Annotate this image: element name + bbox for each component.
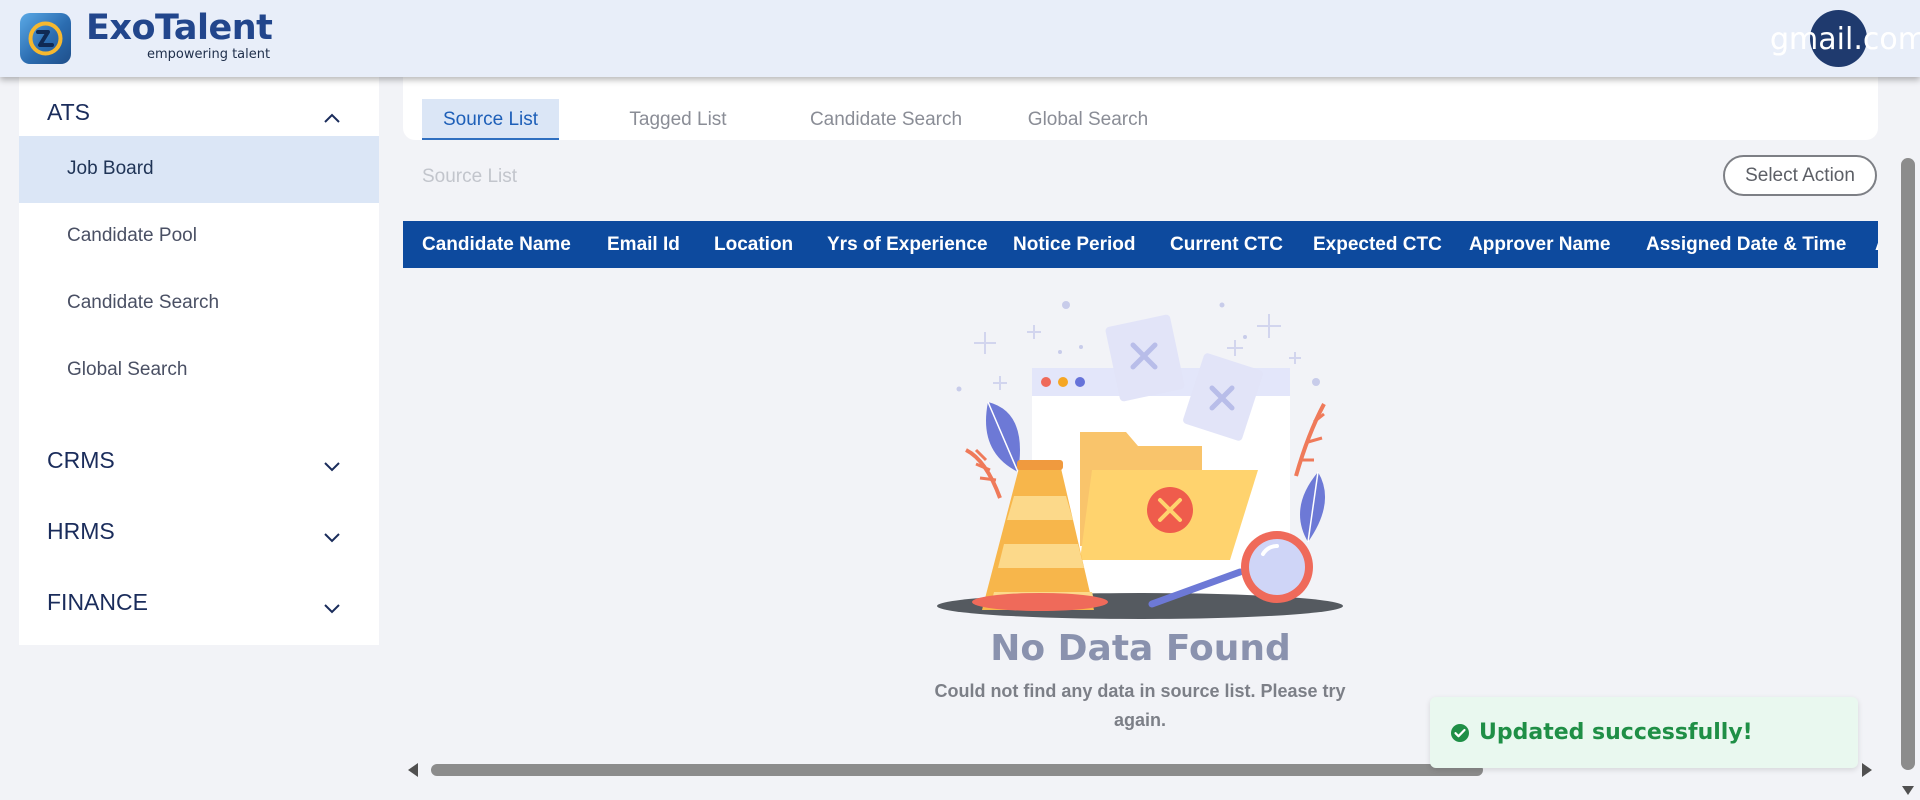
column-header[interactable]: Approver Name bbox=[1469, 234, 1611, 256]
column-header-cutoff: A bbox=[1875, 234, 1878, 254]
column-header[interactable]: Yrs of Experience bbox=[827, 234, 988, 256]
column-header[interactable]: Expected CTC bbox=[1313, 234, 1442, 256]
tab-source-list[interactable]: Source List bbox=[422, 99, 559, 140]
empty-state-description: Could not find any data in source list. … bbox=[934, 681, 1346, 730]
sidebar-item-candidate-pool[interactable]: Candidate Pool bbox=[19, 203, 379, 270]
column-header[interactable]: Notice Period bbox=[1013, 234, 1135, 256]
scroll-left-arrow-icon[interactable] bbox=[408, 763, 418, 777]
sidebar-section-label: CRMS bbox=[47, 447, 115, 473]
sidebar-item-label: Job Board bbox=[67, 158, 154, 179]
sidebar-item-global-search[interactable]: Global Search bbox=[19, 337, 379, 404]
user-email-overlay: gmail.com bbox=[1770, 22, 1887, 57]
exotalent-logo-icon[interactable] bbox=[20, 13, 71, 64]
scroll-down-arrow-icon[interactable] bbox=[1902, 786, 1914, 795]
top-header: ExoTalent empowering talent gmail.com gm… bbox=[0, 0, 1920, 77]
sidebar-section-finance[interactable]: FINANCE bbox=[19, 581, 379, 621]
horizontal-scroll-thumb[interactable] bbox=[431, 764, 1483, 776]
sidebar-section-label: ATS bbox=[47, 99, 91, 125]
column-header[interactable]: Location bbox=[714, 234, 793, 256]
no-data-illustration bbox=[930, 292, 1350, 627]
tab-candidate-search[interactable]: Candidate Search bbox=[801, 99, 971, 140]
scroll-right-arrow-icon[interactable] bbox=[1862, 763, 1872, 777]
table-header: Candidate Name Email Id Location Yrs of … bbox=[403, 221, 1878, 268]
sidebar-item-candidate-search[interactable]: Candidate Search bbox=[19, 270, 379, 337]
column-header[interactable]: Assigned Date & Time bbox=[1646, 234, 1846, 256]
vertical-scrollbar[interactable] bbox=[1897, 0, 1920, 800]
vertical-scroll-thumb[interactable] bbox=[1901, 158, 1915, 770]
chevron-down-icon bbox=[323, 451, 341, 478]
success-toast[interactable]: Updated successfully! bbox=[1430, 697, 1858, 768]
sidebar-item-label: Candidate Pool bbox=[67, 225, 197, 246]
sidebar-section-hrms[interactable]: HRMS bbox=[19, 510, 379, 550]
sidebar-section-crms[interactable]: CRMS bbox=[19, 439, 379, 479]
tab-global-search[interactable]: Global Search bbox=[1013, 99, 1163, 140]
tab-bar: Source List Tagged List Candidate Search… bbox=[403, 77, 1878, 140]
empty-state-title: No Data Found bbox=[990, 628, 1291, 669]
select-action-button[interactable]: Select Action bbox=[1723, 155, 1877, 196]
column-header[interactable]: Current CTC bbox=[1170, 234, 1283, 256]
sidebar-section-label: HRMS bbox=[47, 518, 115, 544]
sidebar-section-ats[interactable]: ATS bbox=[19, 91, 379, 131]
chevron-down-icon bbox=[323, 522, 341, 549]
sidebar-item-job-board[interactable]: Job Board bbox=[19, 136, 379, 203]
sidebar: ATS Job Board Candidate Pool Candidate S… bbox=[19, 77, 379, 645]
list-title: Source List bbox=[422, 166, 518, 187]
sidebar-section-label: FINANCE bbox=[47, 589, 148, 615]
tab-tagged-list[interactable]: Tagged List bbox=[603, 99, 753, 140]
column-header[interactable]: Email Id bbox=[607, 234, 680, 256]
column-header[interactable]: Candidate Name bbox=[422, 234, 571, 256]
chevron-down-icon bbox=[323, 593, 341, 620]
sidebar-item-label: Candidate Search bbox=[67, 292, 220, 313]
chevron-up-icon bbox=[323, 103, 341, 130]
toast-message: Updated successfully! bbox=[1479, 720, 1753, 745]
brand-title: ExoTalent bbox=[86, 8, 273, 48]
brand-tagline: empowering talent bbox=[147, 47, 271, 62]
sidebar-item-label: Global Search bbox=[67, 359, 188, 380]
check-circle-icon bbox=[1450, 723, 1470, 748]
